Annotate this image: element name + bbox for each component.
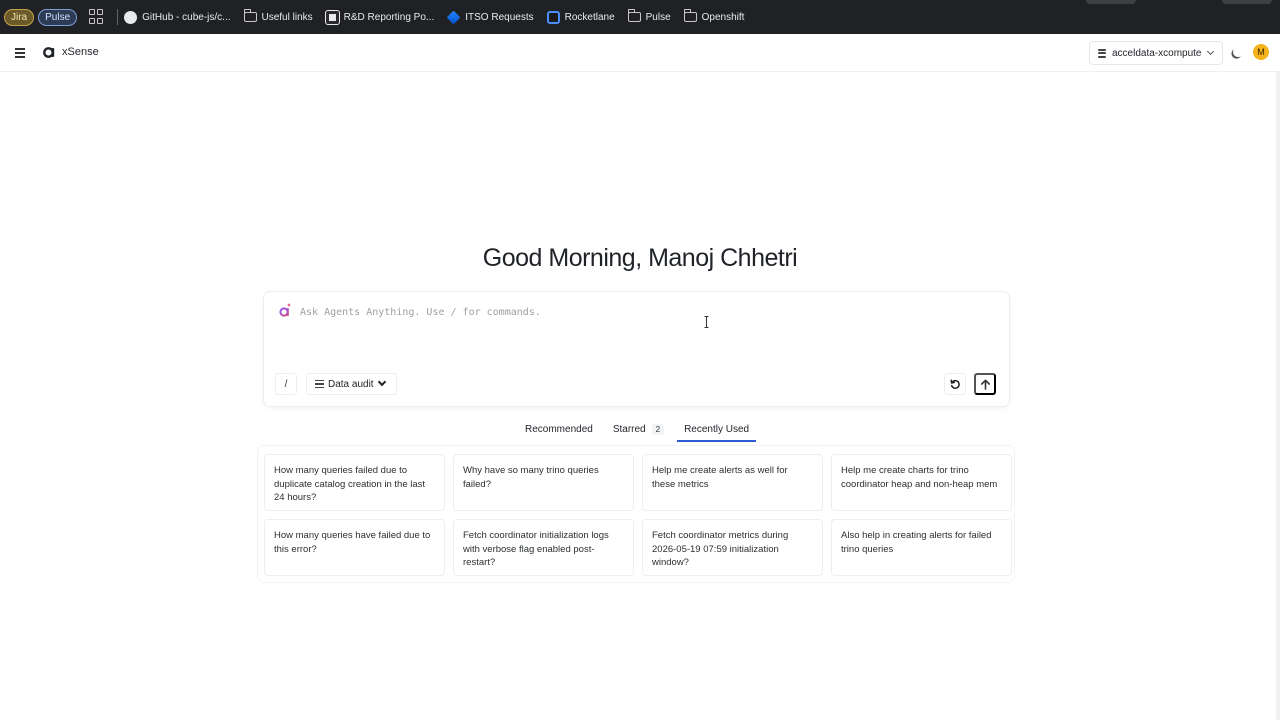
tab-recently-used[interactable]: Recently Used: [677, 421, 757, 442]
browser-tab-strip-edge: [1086, 0, 1136, 4]
suggestion-cards-grid: How many queries failed due to duplicate…: [258, 446, 1014, 582]
suggestion-card[interactable]: Fetch coordinator metrics during 2026-05…: [642, 519, 823, 576]
data-audit-dropdown[interactable]: Data audit: [306, 373, 397, 395]
bookmark-pulse-pill[interactable]: Pulse: [38, 8, 78, 26]
tab-label: Recently Used: [684, 424, 750, 435]
bookmark-rd-reporting[interactable]: R&D Reporting Po...: [324, 9, 435, 25]
environment-select[interactable]: acceldata-xcompute: [1089, 41, 1223, 65]
bookmark-separator: [117, 9, 119, 25]
starred-count-badge: 2: [651, 424, 665, 435]
jira-icon: [446, 10, 461, 24]
bookmark-pulse[interactable]: Pulse: [627, 9, 671, 23]
github-icon: [124, 10, 138, 24]
text-cursor-icon: [704, 316, 709, 328]
bookmark-label: R&D Reporting Po...: [343, 11, 435, 23]
suggestion-card[interactable]: Also help in creating alerts for failed …: [831, 519, 1012, 576]
folder-icon: [627, 9, 641, 22]
data-audit-label: Data audit: [328, 378, 374, 390]
tab-recommended[interactable]: Recommended: [518, 421, 600, 442]
bookmark-rocketlane[interactable]: Rocketlane: [546, 10, 615, 24]
bookmark-openshift[interactable]: Openshift: [683, 9, 745, 23]
agent-logo-icon: [279, 303, 291, 317]
bookmark-label: ITSO Requests: [465, 11, 534, 23]
browser-bookmarks-bar: Jira Pulse GitHub - cube-js/c... Useful …: [0, 0, 1280, 34]
suggestion-card[interactable]: Fetch coordinator initialization logs wi…: [453, 519, 634, 576]
app-name: xSense: [62, 46, 99, 58]
apps-grid-icon[interactable]: [89, 9, 105, 25]
browser-tab-strip-edge: [1222, 0, 1272, 4]
menu-icon[interactable]: [15, 48, 25, 58]
rocketlane-icon: [546, 10, 560, 24]
arrow-up-icon: [980, 379, 990, 390]
chevron-down-icon: [377, 377, 386, 387]
bookmark-github[interactable]: GitHub - cube-js/c...: [124, 10, 231, 24]
database-icon: [1098, 48, 1106, 58]
refresh-icon: [949, 378, 960, 389]
suggestion-card[interactable]: Help me create charts for trino coordina…: [831, 454, 1012, 511]
suggestion-card[interactable]: Help me create alerts as well for these …: [642, 454, 823, 511]
bookmark-label: GitHub - cube-js/c...: [142, 11, 231, 23]
xsense-logo-icon: [43, 47, 55, 58]
reset-button[interactable]: [944, 373, 966, 395]
user-avatar[interactable]: M: [1253, 44, 1269, 60]
app-square-icon: [324, 9, 340, 25]
folder-icon: [683, 9, 697, 22]
suggestion-tabs: Recommended Starred 2 Recently Used: [518, 421, 762, 443]
bookmark-label: Useful links: [261, 11, 313, 23]
suggestion-card[interactable]: How many queries failed due to duplicate…: [264, 454, 445, 511]
bookmark-label: Pulse: [645, 11, 671, 23]
bookmark-useful-links[interactable]: Useful links: [243, 9, 313, 23]
bookmark-label: Openshift: [701, 11, 745, 23]
bookmark-jira-pill[interactable]: Jira: [4, 8, 35, 26]
slash-commands-button[interactable]: /: [275, 373, 297, 395]
tab-label: Starred: [612, 424, 646, 435]
dark-mode-icon[interactable]: [1232, 46, 1245, 59]
sliders-icon: [315, 380, 324, 388]
agent-prompt-input[interactable]: [300, 304, 900, 320]
greeting-title: Good Morning, Manoj Chhetri: [482, 244, 798, 272]
bookmark-itso-requests[interactable]: ITSO Requests: [446, 10, 534, 24]
folder-icon: [243, 9, 257, 22]
send-button[interactable]: [974, 373, 996, 395]
bookmark-label: Rocketlane: [564, 11, 615, 23]
page-scrollbar[interactable]: [1276, 72, 1280, 720]
environment-label: acceldata-xcompute: [1112, 47, 1202, 59]
tab-label: Recommended: [525, 424, 593, 435]
tab-starred[interactable]: Starred 2: [606, 421, 671, 442]
suggestion-card[interactable]: Why have so many trino queries failed?: [453, 454, 634, 511]
suggestion-card[interactable]: How many queries have failed due to this…: [264, 519, 445, 576]
app-header: xSense acceldata-xcompute M: [0, 34, 1280, 72]
agent-prompt-box: / Data audit: [264, 292, 1009, 406]
chevron-down-icon: [1206, 47, 1214, 56]
